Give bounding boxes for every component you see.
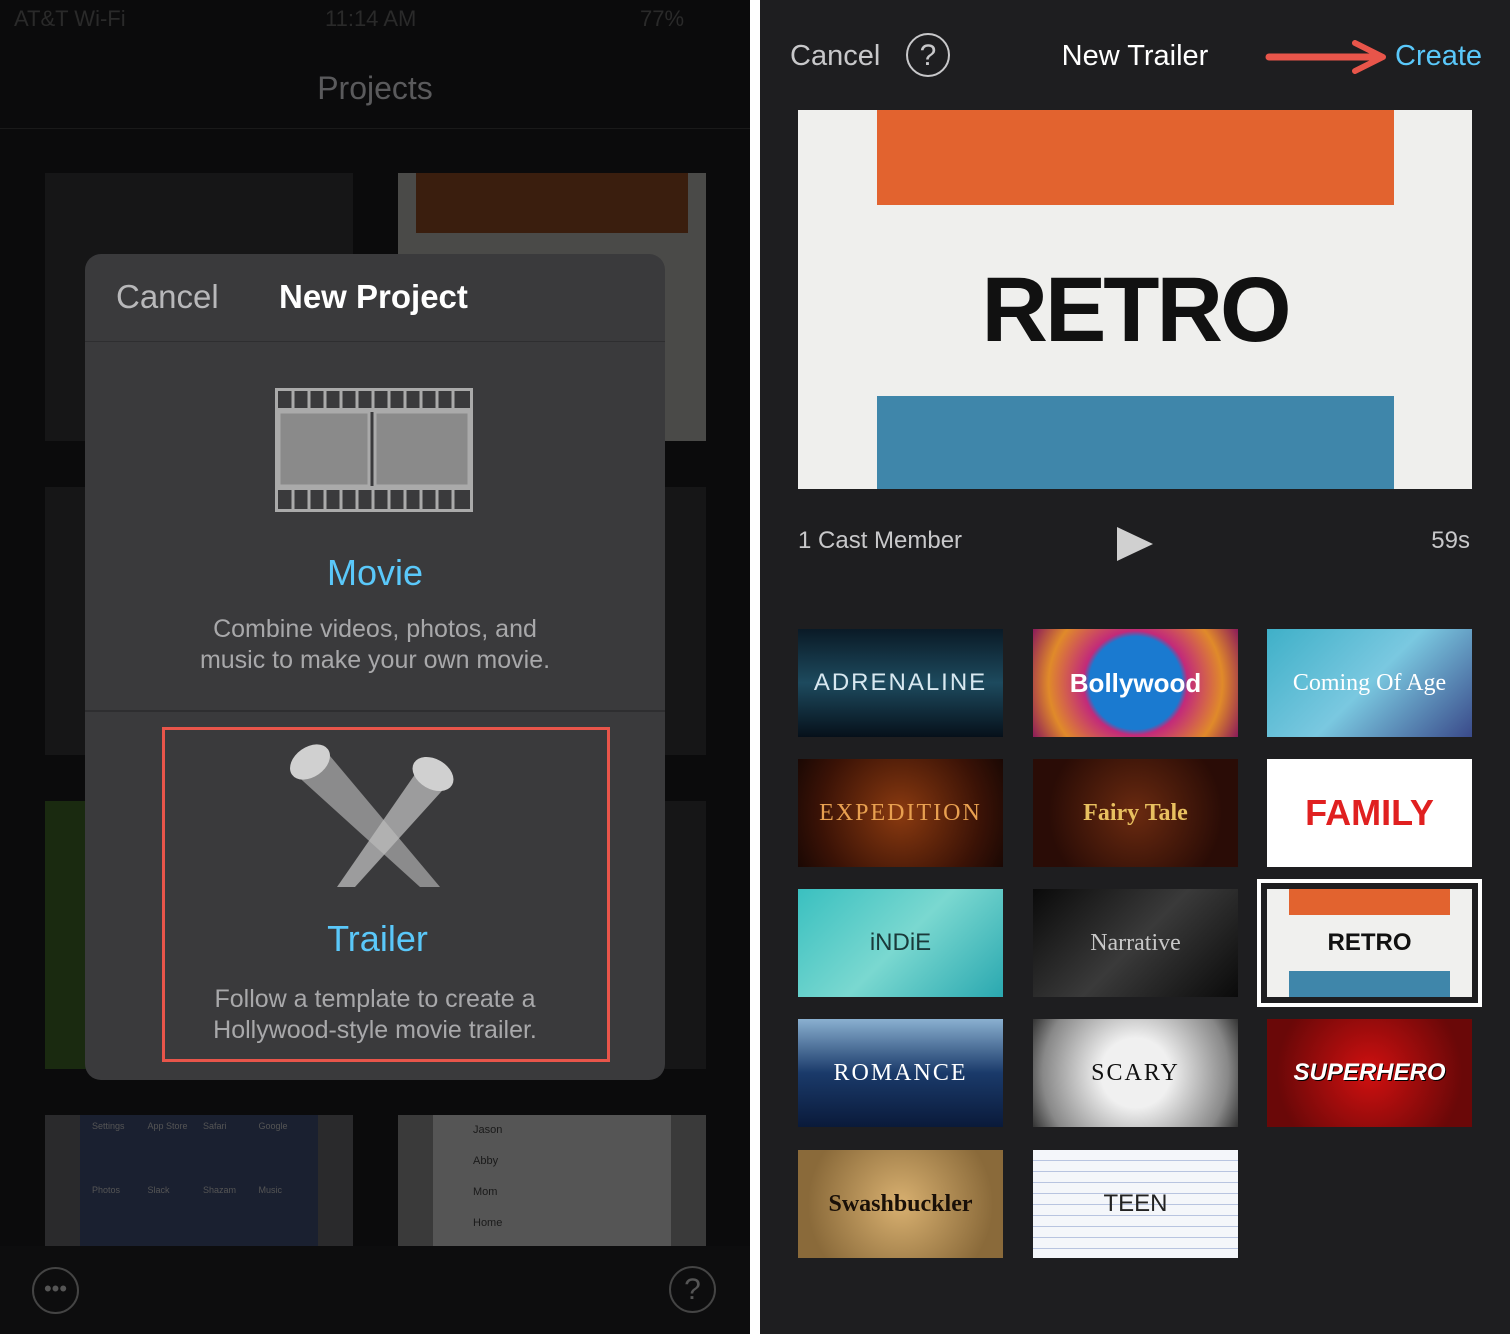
app-label: Music — [258, 1184, 283, 1195]
template-label: iNDiE — [869, 929, 932, 956]
cancel-button[interactable]: Cancel — [790, 40, 880, 73]
template-label: Narrative — [1090, 929, 1181, 956]
template-expedition[interactable]: EXPEDITION — [798, 759, 1003, 867]
new-project-dialog: Cancel New Project Movie Combine videos,… — [85, 254, 665, 1080]
template-label: ROMANCE — [833, 1059, 968, 1086]
template-coming-of-age[interactable]: Coming Of Age — [1267, 629, 1472, 737]
template-label: Fairy Tale — [1083, 799, 1188, 826]
contact-name: Home — [473, 1217, 503, 1229]
bottom-toolbar — [0, 1246, 750, 1334]
template-romance[interactable]: ROMANCE — [798, 1019, 1003, 1127]
app-label: Safari — [203, 1121, 227, 1131]
template-superhero[interactable]: SUPERHERO — [1267, 1019, 1472, 1127]
contact-name: Jason — [473, 1124, 503, 1136]
carrier-label: AT&T Wi-Fi — [14, 6, 126, 31]
preview-blue-band — [877, 396, 1394, 489]
preview-orange-band — [877, 110, 1394, 205]
app-label: Slack — [147, 1184, 170, 1195]
template-swashbuckler[interactable]: Swashbuckler — [798, 1150, 1003, 1258]
movie-label: Movie — [326, 552, 424, 593]
template-adrenaline[interactable]: ADRENALINE — [798, 629, 1003, 737]
app-label: Photos — [92, 1184, 121, 1195]
template-label: ADRENALINE — [813, 669, 988, 696]
template-teen[interactable]: TEEN — [1033, 1150, 1238, 1258]
contact-name: Mom — [473, 1186, 498, 1198]
template-label: Bollywood — [1069, 667, 1202, 698]
screen-title: New Trailer — [1061, 40, 1209, 72]
projects-screen: AT&T Wi-Fi 11:14 AM 77% Projects Setting… — [0, 0, 750, 1334]
contact-name: Abby — [473, 1155, 499, 1167]
movie-description-1: Combine videos, photos, and — [213, 615, 537, 643]
template-indie[interactable]: iNDiE — [798, 889, 1003, 997]
template-retro[interactable]: RETRO — [1257, 879, 1482, 1007]
more-icon[interactable]: ••• — [32, 1267, 79, 1314]
movie-option[interactable]: Movie Combine videos, photos, and music … — [85, 342, 665, 710]
app-label: App Store — [147, 1121, 188, 1131]
template-label: TEEN — [1103, 1190, 1168, 1217]
new-trailer-screen: Cancel ? New Trailer Create RETRO 1 Cast… — [760, 0, 1510, 1334]
template-label: EXPEDITION — [819, 799, 982, 826]
template-scary[interactable]: SCARY — [1033, 1019, 1238, 1127]
template-family[interactable]: FAMILY — [1267, 759, 1472, 867]
divider — [750, 0, 760, 1334]
app-label: Settings — [92, 1121, 125, 1131]
template-label: RETRO — [1327, 929, 1412, 956]
nav-title: Projects — [317, 70, 433, 106]
retro-orange-band — [1289, 889, 1450, 915]
arrow-annotation-icon — [1265, 40, 1386, 74]
battery-label: 77% — [640, 6, 685, 31]
status-time: 11:14 AM — [325, 6, 417, 31]
trailer-highlight-box — [162, 727, 610, 1062]
divider — [0, 128, 750, 129]
project-thumbnail[interactable]: Jason Abby Mom Home — [398, 1115, 706, 1246]
template-label: Swashbuckler — [828, 1190, 973, 1217]
template-label: Coming Of Age — [1292, 669, 1447, 696]
help-icon[interactable]: ? — [669, 1266, 716, 1313]
retro-blue-band — [1289, 971, 1450, 997]
template-bollywood[interactable]: Bollywood — [1033, 629, 1238, 737]
template-label: SUPERHERO — [1293, 1059, 1446, 1086]
cancel-button[interactable]: Cancel — [116, 278, 219, 316]
trailer-duration: 59s — [1431, 527, 1470, 554]
template-label: FAMILY — [1305, 792, 1434, 833]
film-strip-icon — [275, 388, 473, 512]
app-label: Google — [258, 1121, 288, 1131]
trailer-preview[interactable]: RETRO — [798, 110, 1472, 489]
template-narrative[interactable]: Narrative — [1033, 889, 1238, 997]
project-thumbnail[interactable]: Settings App Store Safari Google Photos Slac… — [45, 1115, 353, 1246]
play-icon[interactable] — [1115, 525, 1155, 563]
cast-member-count: 1 Cast Member — [798, 527, 963, 554]
dialog-title: New Project — [279, 278, 468, 315]
create-button[interactable]: Create — [1395, 40, 1482, 73]
preview-title: RETRO — [981, 259, 1292, 361]
movie-description-2: music to make your own movie. — [199, 646, 551, 674]
template-label: SCARY — [1091, 1059, 1180, 1086]
help-icon[interactable]: ? — [906, 33, 950, 77]
template-fairy-tale[interactable]: Fairy Tale — [1033, 759, 1238, 867]
app-label: Shazam — [203, 1184, 237, 1195]
